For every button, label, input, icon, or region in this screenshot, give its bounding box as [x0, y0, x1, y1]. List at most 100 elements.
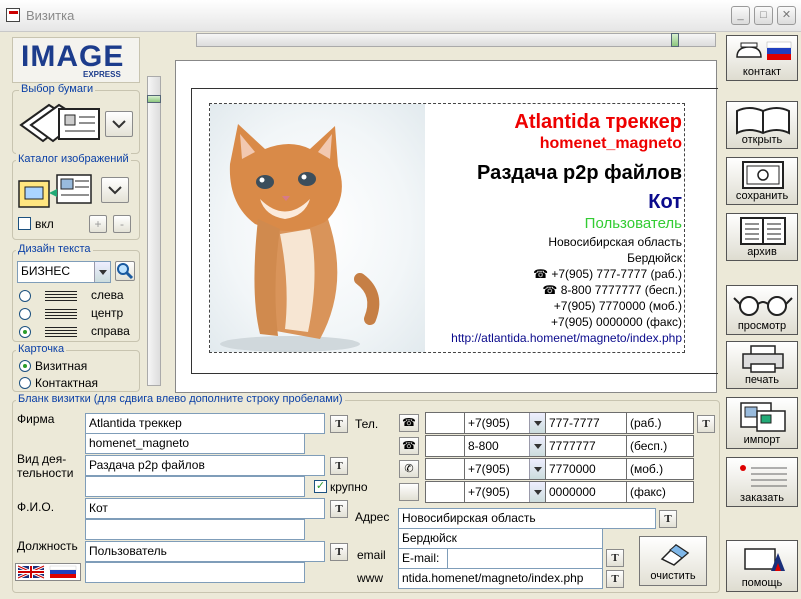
- zoom-slider-thumb[interactable]: [671, 33, 679, 47]
- position-label: Должность: [17, 539, 78, 553]
- safe-icon: [742, 161, 784, 189]
- align-right-label: справа: [91, 324, 130, 338]
- align-right-radio[interactable]: [19, 326, 31, 338]
- contact-button[interactable]: контакт: [726, 35, 798, 81]
- contact-phone-icon: [736, 41, 792, 60]
- bold-checkbox[interactable]: ✓: [314, 480, 327, 493]
- phone-3-number[interactable]: 7770000: [545, 458, 627, 480]
- archive-button[interactable]: архив: [726, 213, 798, 261]
- paper-dropdown-button[interactable]: [105, 111, 133, 137]
- form-title: Бланк визитки (для сдвига влево дополнит…: [16, 393, 345, 405]
- phone-1-type[interactable]: (раб.): [626, 412, 694, 434]
- font-select[interactable]: БИЗНЕС: [17, 261, 111, 283]
- phone-2-number[interactable]: 7777777: [545, 435, 627, 457]
- position-input-2[interactable]: [85, 562, 305, 583]
- catalog-enable-checkbox[interactable]: [18, 217, 31, 230]
- phone-4-type[interactable]: (факс): [626, 481, 694, 503]
- phone-3-prefix[interactable]: [425, 458, 465, 480]
- phone-3-type[interactable]: (моб.): [626, 458, 694, 480]
- print-button[interactable]: печать: [726, 341, 798, 389]
- email-input[interactable]: E-mail:: [398, 548, 603, 569]
- align-center-radio[interactable]: [19, 308, 31, 320]
- phone-2-type[interactable]: (бесп.): [626, 435, 694, 457]
- activity-input-1[interactable]: Раздача p2p файлов: [85, 455, 325, 476]
- phone-2-type-button[interactable]: ☎: [399, 437, 419, 455]
- fio-input-1[interactable]: Кот: [85, 498, 325, 519]
- position-input-1[interactable]: Пользователь: [85, 541, 325, 562]
- save-button[interactable]: сохранить: [726, 157, 798, 205]
- maximize-button[interactable]: □: [754, 6, 773, 25]
- font-search-button[interactable]: [115, 261, 135, 281]
- fio-text-style-button[interactable]: T: [330, 500, 348, 518]
- address-input-1[interactable]: Новосибирская область: [398, 508, 656, 529]
- phone-1-number[interactable]: 777-7777: [545, 412, 627, 434]
- firm-text-style-button[interactable]: T: [330, 415, 348, 433]
- vertical-slider-thumb[interactable]: [147, 95, 161, 103]
- phone-4-prefix[interactable]: [425, 481, 465, 503]
- phone-1-prefix[interactable]: [425, 412, 465, 434]
- chevron-down-icon: [529, 413, 545, 433]
- phone-3-type-button[interactable]: ✆: [399, 460, 419, 478]
- preview-button[interactable]: просмотр: [726, 285, 798, 335]
- catalog-add-button[interactable]: +: [89, 215, 107, 233]
- title-bar: Визитка _ □ ✕: [0, 0, 801, 32]
- help-label: помощь: [741, 577, 783, 589]
- catalog-remove-button[interactable]: -: [113, 215, 131, 233]
- close-button[interactable]: ✕: [777, 6, 796, 25]
- help-icon: [744, 548, 785, 571]
- phone-2-prefix[interactable]: [425, 435, 465, 457]
- phone-text-style-button[interactable]: T: [697, 415, 715, 433]
- www-input[interactable]: ntida.homenet/magneto/index.php: [398, 568, 603, 589]
- position-text-style-button[interactable]: T: [330, 543, 348, 561]
- card-contact-radio[interactable]: [19, 377, 31, 389]
- card-type-title: Карточка: [16, 343, 67, 355]
- align-left-label: слева: [91, 288, 124, 302]
- phone-icon: ☎: [542, 283, 558, 297]
- phone-4-code[interactable]: +7(905): [464, 481, 546, 503]
- phone-1-type-button[interactable]: ☎: [399, 414, 419, 432]
- fio-label: Ф.И.О.: [17, 500, 55, 514]
- firm-input-1[interactable]: Atlantida треккер: [85, 413, 325, 434]
- card-address-line1: Новосибирская область: [548, 235, 682, 249]
- card-phone-4: +7(905) 0000000 (факс): [550, 315, 682, 329]
- www-text-style-button[interactable]: T: [606, 570, 624, 588]
- align-left-radio[interactable]: [19, 290, 31, 302]
- phone-2-code[interactable]: 8-800: [464, 435, 546, 457]
- address-input-2[interactable]: Бердюйск: [398, 528, 603, 549]
- address-text-style-button[interactable]: T: [659, 510, 677, 528]
- order-button[interactable]: заказать: [726, 457, 798, 507]
- zoom-slider-horizontal[interactable]: [196, 33, 716, 47]
- help-button[interactable]: помощь: [726, 540, 798, 592]
- activity-text-style-button[interactable]: T: [330, 457, 348, 475]
- fio-input-2[interactable]: [85, 519, 305, 540]
- contact-label: контакт: [742, 66, 782, 78]
- order-label: заказать: [740, 492, 784, 504]
- language-switch[interactable]: [15, 563, 81, 581]
- card-position: Пользователь: [584, 215, 682, 232]
- glasses-icon: [733, 296, 793, 316]
- logo-express-text: EXPRESS: [83, 70, 121, 79]
- phone-icon: ☎: [533, 267, 549, 281]
- card-company: Atlantida треккер: [514, 111, 682, 133]
- phone-4-type-button[interactable]: [399, 483, 419, 501]
- chevron-down-icon: [529, 482, 545, 502]
- chevron-down-icon: [94, 262, 110, 282]
- firm-input-2[interactable]: homenet_magneto: [85, 433, 305, 454]
- card-print-area[interactable]: Atlantida треккер homenet_magneto Раздач…: [209, 103, 685, 353]
- catalog-dropdown-button[interactable]: [101, 177, 129, 203]
- email-text-style-button[interactable]: T: [606, 549, 624, 567]
- phone-4-number[interactable]: 0000000: [545, 481, 627, 503]
- phone-3-code[interactable]: +7(905): [464, 458, 546, 480]
- firm-label: Фирма: [17, 412, 55, 426]
- open-button[interactable]: открыть: [726, 101, 798, 149]
- kitten-image: [210, 104, 425, 352]
- card-phone-3: +7(905) 7770000 (моб.): [553, 299, 682, 313]
- clear-button[interactable]: очистить: [639, 536, 707, 586]
- minimize-button[interactable]: _: [731, 6, 750, 25]
- card-business-radio[interactable]: [19, 360, 31, 372]
- card-contact-label: Контактная: [35, 376, 99, 390]
- import-button[interactable]: импорт: [726, 397, 798, 449]
- activity-input-2[interactable]: [85, 476, 305, 497]
- phone-1-code[interactable]: +7(905): [464, 412, 546, 434]
- vertical-slider[interactable]: [147, 76, 161, 386]
